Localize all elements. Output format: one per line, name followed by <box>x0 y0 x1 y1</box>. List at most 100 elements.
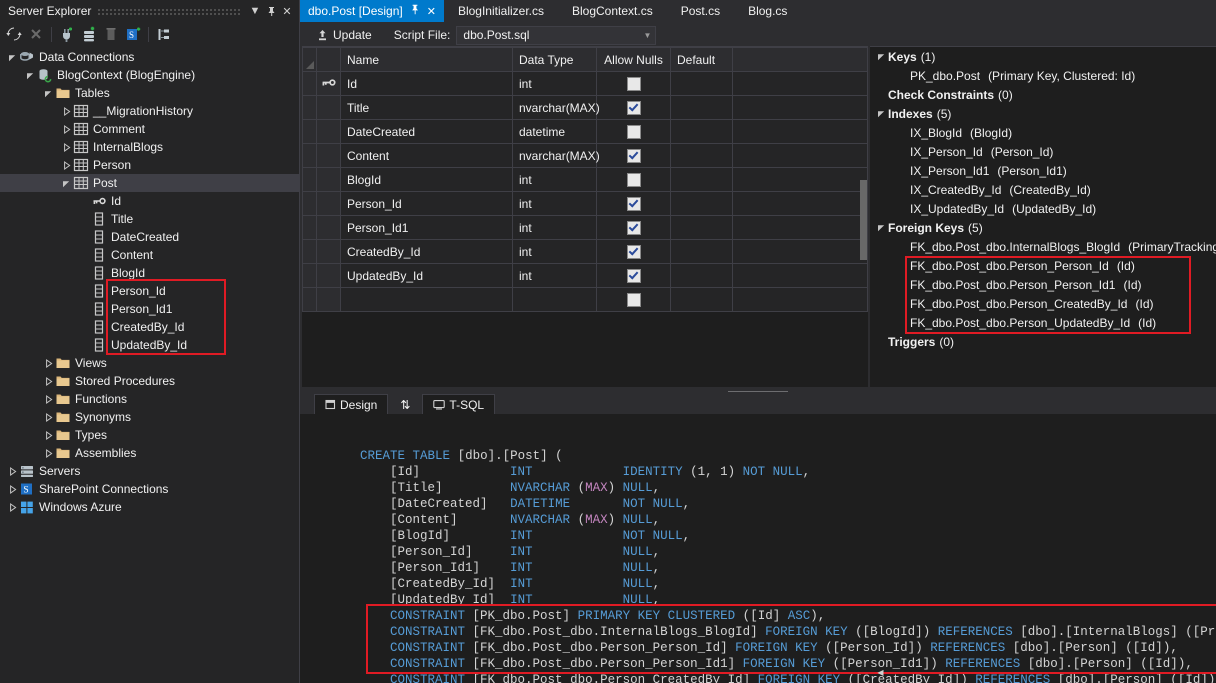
scroll-left-arrow-icon[interactable]: ◀ <box>874 666 887 679</box>
expander-icon[interactable] <box>6 498 18 516</box>
grid-row[interactable]: CreatedBy_Idint <box>303 240 868 264</box>
expander-icon[interactable] <box>60 102 72 120</box>
grid-cell-name[interactable]: DateCreated <box>341 120 513 144</box>
expander-icon[interactable] <box>874 52 888 61</box>
editor-tab-post-cs[interactable]: Post.cs <box>667 0 734 22</box>
grid-cell-default[interactable] <box>671 144 733 168</box>
close-icon[interactable]: ✕ <box>427 5 436 18</box>
keys-item[interactable]: IX_BlogId(BlogId) <box>870 123 1216 142</box>
expander-icon[interactable] <box>60 138 72 156</box>
grid-header-data-type[interactable]: Data Type <box>513 48 597 72</box>
expander-icon[interactable] <box>78 210 90 228</box>
keys-item[interactable]: FK_dbo.Post_dbo.Person_UpdatedBy_Id(Id) <box>870 313 1216 332</box>
tree-item-stored-procedures[interactable]: Stored Procedures <box>0 372 299 390</box>
allow-nulls-checkbox[interactable] <box>627 125 641 139</box>
chevron-down-icon[interactable]: ▼ <box>247 3 263 19</box>
tree-item-blogcontext-blogengine[interactable]: BlogContext (BlogEngine) <box>0 66 299 84</box>
tree-item-updatedby-id[interactable]: UpdatedBy_Id <box>0 336 299 354</box>
expander-icon[interactable] <box>78 318 90 336</box>
tree-item-id[interactable]: Id <box>0 192 299 210</box>
grid-cell-datatype[interactable] <box>513 288 597 312</box>
expander-icon[interactable] <box>6 48 18 66</box>
keys-item[interactable]: FK_dbo.Post_dbo.InternalBlogs_BlogId(Pri… <box>870 237 1216 256</box>
keys-group-foreign-keys[interactable]: Foreign Keys(5) <box>870 218 1216 237</box>
grid-row-selector[interactable] <box>303 192 317 216</box>
grid-header-allow-nulls[interactable]: Allow Nulls <box>597 48 671 72</box>
update-button[interactable]: Update <box>310 26 378 44</box>
grid-cell-allownulls[interactable] <box>597 216 671 240</box>
grid-row-selector[interactable] <box>303 120 317 144</box>
connect-to-server-icon[interactable] <box>79 24 99 44</box>
grid-cell-datatype[interactable]: datetime <box>513 120 597 144</box>
grid-cell-default[interactable] <box>671 216 733 240</box>
allow-nulls-checkbox[interactable] <box>627 101 641 115</box>
tree-item-person[interactable]: Person <box>0 156 299 174</box>
grid-cell-name[interactable]: CreatedBy_Id <box>341 240 513 264</box>
grid-row[interactable]: Titlenvarchar(MAX) <box>303 96 868 120</box>
grid-select-all-corner[interactable] <box>303 48 317 72</box>
grid-row[interactable]: Contentnvarchar(MAX) <box>303 144 868 168</box>
grid-row-selector[interactable] <box>303 288 317 312</box>
tree-item-sharepoint-connections[interactable]: SSharePoint Connections <box>0 480 299 498</box>
allow-nulls-checkbox[interactable] <box>627 221 641 235</box>
expander-icon[interactable] <box>874 109 888 118</box>
tree-item-types[interactable]: Types <box>0 426 299 444</box>
grid-row[interactable]: DateCreateddatetime <box>303 120 868 144</box>
tree-item-person-id1[interactable]: Person_Id1 <box>0 300 299 318</box>
editor-tab-dbo-post-design[interactable]: dbo.Post [Design]✕ <box>300 0 444 22</box>
keys-group-indexes[interactable]: Indexes(5) <box>870 104 1216 123</box>
grid-cell-name[interactable]: Person_Id <box>341 192 513 216</box>
tree-item-datecreated[interactable]: DateCreated <box>0 228 299 246</box>
expander-icon[interactable] <box>78 264 90 282</box>
sharepoint-connection-icon[interactable]: S <box>123 24 143 44</box>
tree-item-views[interactable]: Views <box>0 354 299 372</box>
tree-item-servers[interactable]: Servers <box>0 462 299 480</box>
expander-icon[interactable] <box>874 223 888 232</box>
keys-item[interactable]: FK_dbo.Post_dbo.Person_Person_Id(Id) <box>870 256 1216 275</box>
grid-row[interactable]: Idint <box>303 72 868 96</box>
expander-icon[interactable] <box>24 66 36 84</box>
column-grid-body[interactable]: IdintTitlenvarchar(MAX)DateCreateddateti… <box>303 72 868 312</box>
keys-item[interactable]: IX_CreatedBy_Id(CreatedBy_Id) <box>870 180 1216 199</box>
keys-item[interactable]: FK_dbo.Post_dbo.Person_Person_Id1(Id) <box>870 275 1216 294</box>
grid-cell-datatype[interactable]: int <box>513 168 597 192</box>
tsql-pane-tab-swap-panes-icon[interactable]: ⇅ <box>390 395 420 414</box>
expander-icon[interactable] <box>6 462 18 480</box>
keys-item[interactable]: IX_Person_Id1(Person_Id1) <box>870 161 1216 180</box>
expander-icon[interactable] <box>78 300 90 318</box>
allow-nulls-checkbox[interactable] <box>627 293 641 307</box>
keys-item[interactable]: FK_dbo.Post_dbo.Person_CreatedBy_Id(Id) <box>870 294 1216 313</box>
keys-item[interactable]: IX_UpdatedBy_Id(UpdatedBy_Id) <box>870 199 1216 218</box>
grid-cell-datatype[interactable]: int <box>513 216 597 240</box>
editor-tab-strip[interactable]: dbo.Post [Design]✕BlogInitializer.csBlog… <box>300 0 1216 22</box>
grid-cell-name[interactable]: Id <box>341 72 513 96</box>
expander-icon[interactable] <box>60 174 72 192</box>
tree-item-blogid[interactable]: BlogId <box>0 264 299 282</box>
allow-nulls-checkbox[interactable] <box>627 269 641 283</box>
grid-row-selector[interactable] <box>303 72 317 96</box>
grid-row-selector[interactable] <box>303 264 317 288</box>
grid-row-selector[interactable] <box>303 216 317 240</box>
grid-cell-default[interactable] <box>671 192 733 216</box>
grid-cell-name[interactable]: BlogId <box>341 168 513 192</box>
tree-item-content[interactable]: Content <box>0 246 299 264</box>
column-grid-pane[interactable]: NameData TypeAllow NullsDefault IdintTit… <box>302 46 868 387</box>
keys-tree[interactable]: Keys(1)PK_dbo.Post(Primary Key, Clustere… <box>870 47 1216 351</box>
tsql-pane-tab-design-view-icon[interactable]: Design <box>314 394 388 414</box>
keys-item[interactable]: IX_Person_Id(Person_Id) <box>870 142 1216 161</box>
grid-cell-allownulls[interactable] <box>597 168 671 192</box>
grid-cell-name[interactable]: UpdatedBy_Id <box>341 264 513 288</box>
keys-group-triggers[interactable]: Triggers(0) <box>870 332 1216 351</box>
grid-cell-allownulls[interactable] <box>597 120 671 144</box>
allow-nulls-checkbox[interactable] <box>627 77 641 91</box>
tree-item-createdby-id[interactable]: CreatedBy_Id <box>0 318 299 336</box>
grid-cell-default[interactable] <box>671 264 733 288</box>
expander-icon[interactable] <box>60 156 72 174</box>
editor-tab-blog-cs[interactable]: Blog.cs <box>734 0 801 22</box>
grid-cell-allownulls[interactable] <box>597 72 671 96</box>
refresh-icon[interactable] <box>4 24 24 44</box>
grid-cell-datatype[interactable]: int <box>513 192 597 216</box>
allow-nulls-checkbox[interactable] <box>627 197 641 211</box>
expander-icon[interactable] <box>42 426 54 444</box>
tree-item-tables[interactable]: Tables <box>0 84 299 102</box>
